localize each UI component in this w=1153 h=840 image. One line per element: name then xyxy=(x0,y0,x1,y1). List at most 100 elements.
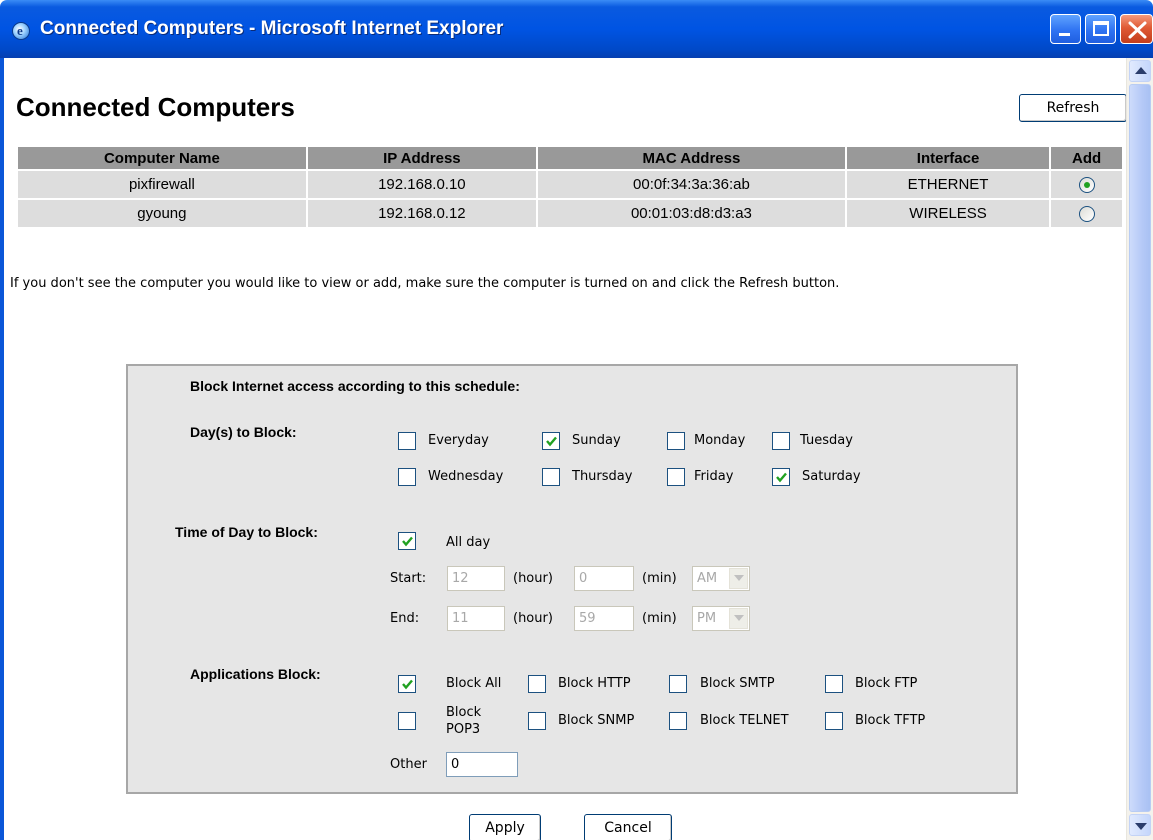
block-http-label: Block HTTP xyxy=(558,676,631,691)
monday-checkbox[interactable] xyxy=(667,432,685,450)
apply-button[interactable]: Apply xyxy=(469,814,541,840)
all-day-label: All day xyxy=(446,535,491,550)
computer-name-cell: gyoung xyxy=(18,200,306,227)
end-min-unit: (min) xyxy=(642,611,677,626)
tuesday-checkbox[interactable] xyxy=(772,432,790,450)
all-day-checkbox[interactable] xyxy=(398,532,416,550)
page-content: Connected Computers Refresh Computer Nam… xyxy=(4,58,1126,840)
start-ampm-value: AM xyxy=(697,571,718,586)
time-label: Time of Day to Block: xyxy=(175,524,318,540)
sunday-checkbox[interactable] xyxy=(542,432,560,450)
minimize-icon xyxy=(1059,33,1070,36)
add-radio-pixfirewall[interactable] xyxy=(1078,177,1095,194)
checkmark-icon xyxy=(776,472,787,483)
column-header: IP Address xyxy=(307,147,536,169)
block-ftp-label: Block FTP xyxy=(855,676,918,691)
title-bar[interactable]: e Connected Computers - Microsoft Intern… xyxy=(0,0,1153,58)
start-label: Start: xyxy=(390,571,427,586)
window-title: Connected Computers - Microsoft Internet… xyxy=(40,18,504,39)
minimize-button[interactable] xyxy=(1050,14,1081,44)
block-http-checkbox[interactable] xyxy=(528,675,546,693)
ip-address-cell: 192.168.0.10 xyxy=(307,171,536,198)
end-min-input[interactable]: 59 xyxy=(574,606,634,631)
scroll-up-button[interactable] xyxy=(1129,60,1151,82)
block-all-label: Block All xyxy=(446,676,502,691)
chevron-down-icon xyxy=(729,568,748,589)
table-header-row: Computer Name IP Address MAC Address Int… xyxy=(18,147,1122,169)
block-pop3-label-line2: POP3 xyxy=(446,722,481,737)
other-input[interactable]: 0 xyxy=(446,752,518,777)
schedule-heading: Block Internet access according to this … xyxy=(190,378,520,394)
block-pop3-label-line1: Block xyxy=(446,705,482,720)
close-icon xyxy=(1128,21,1147,39)
days-label: Day(s) to Block: xyxy=(190,424,297,440)
sunday-label: Sunday xyxy=(572,433,621,448)
arrow-up-icon xyxy=(1135,67,1147,74)
schedule-panel: Block Internet access according to this … xyxy=(126,364,1018,794)
connected-computers-table: Computer Name IP Address MAC Address Int… xyxy=(16,145,1124,229)
block-tftp-checkbox[interactable] xyxy=(825,712,843,730)
table-row: gyoung 192.168.0.12 00:01:03:d8:d3:a3 WI… xyxy=(18,200,1122,227)
saturday-checkbox[interactable] xyxy=(772,468,790,486)
block-smtp-checkbox[interactable] xyxy=(669,675,687,693)
interface-cell: ETHERNET xyxy=(846,171,1050,198)
scroll-down-button[interactable] xyxy=(1129,814,1151,836)
friday-label: Friday xyxy=(694,469,734,484)
block-pop3-label: Block POP3 xyxy=(446,704,481,738)
vertical-scrollbar[interactable] xyxy=(1126,58,1153,840)
block-telnet-checkbox[interactable] xyxy=(669,712,687,730)
thursday-checkbox[interactable] xyxy=(542,468,560,486)
cancel-button[interactable]: Cancel xyxy=(584,814,672,840)
end-hour-unit: (hour) xyxy=(513,611,553,626)
column-header: Computer Name xyxy=(18,147,306,169)
close-button[interactable] xyxy=(1120,14,1153,44)
wednesday-label: Wednesday xyxy=(428,469,504,484)
end-label: End: xyxy=(390,611,420,626)
thursday-label: Thursday xyxy=(572,469,633,484)
apps-label: Applications Block: xyxy=(190,666,321,682)
maximize-button[interactable] xyxy=(1085,14,1116,44)
block-pop3-checkbox[interactable] xyxy=(398,712,416,730)
start-ampm-select[interactable]: AM xyxy=(692,566,750,591)
block-all-checkbox[interactable] xyxy=(398,675,416,693)
refresh-button[interactable]: Refresh xyxy=(1019,94,1126,122)
end-hour-input[interactable]: 11 xyxy=(447,606,505,631)
block-snmp-checkbox[interactable] xyxy=(528,712,546,730)
start-min-input[interactable]: 0 xyxy=(574,566,634,591)
saturday-label: Saturday xyxy=(802,469,861,484)
start-hour-input[interactable]: 12 xyxy=(447,566,505,591)
end-ampm-value: PM xyxy=(697,611,717,626)
interface-cell: WIRELESS xyxy=(846,200,1050,227)
column-header: Add xyxy=(1051,147,1122,169)
scroll-thumb[interactable] xyxy=(1129,84,1151,812)
column-header: Interface xyxy=(846,147,1050,169)
add-radio-gyoung[interactable] xyxy=(1078,206,1095,223)
everyday-checkbox[interactable] xyxy=(398,432,416,450)
friday-checkbox[interactable] xyxy=(667,468,685,486)
wednesday-checkbox[interactable] xyxy=(398,468,416,486)
page-title: Connected Computers xyxy=(16,92,295,122)
checkmark-icon xyxy=(402,679,413,690)
monday-label: Monday xyxy=(694,433,746,448)
block-snmp-label: Block SNMP xyxy=(558,713,635,728)
maximize-icon xyxy=(1093,21,1109,36)
mac-address-cell: 00:0f:34:3a:36:ab xyxy=(537,171,845,198)
computer-name-cell: pixfirewall xyxy=(18,171,306,198)
chevron-down-icon xyxy=(729,608,748,629)
table-row: pixfirewall 192.168.0.10 00:0f:34:3a:36:… xyxy=(18,171,1122,198)
add-cell xyxy=(1051,171,1122,198)
add-cell xyxy=(1051,200,1122,227)
block-smtp-label: Block SMTP xyxy=(700,676,775,691)
end-ampm-select[interactable]: PM xyxy=(692,606,750,631)
ip-address-cell: 192.168.0.12 xyxy=(307,200,536,227)
mac-address-cell: 00:01:03:d8:d3:a3 xyxy=(537,200,845,227)
block-ftp-checkbox[interactable] xyxy=(825,675,843,693)
block-telnet-label: Block TELNET xyxy=(700,713,789,728)
column-header: MAC Address xyxy=(537,147,845,169)
help-text: If you don't see the computer you would … xyxy=(10,276,840,291)
ie-icon: e xyxy=(12,22,30,40)
start-hour-unit: (hour) xyxy=(513,571,553,586)
browser-window: e Connected Computers - Microsoft Intern… xyxy=(0,0,1153,840)
start-min-unit: (min) xyxy=(642,571,677,586)
checkmark-icon xyxy=(546,436,557,447)
